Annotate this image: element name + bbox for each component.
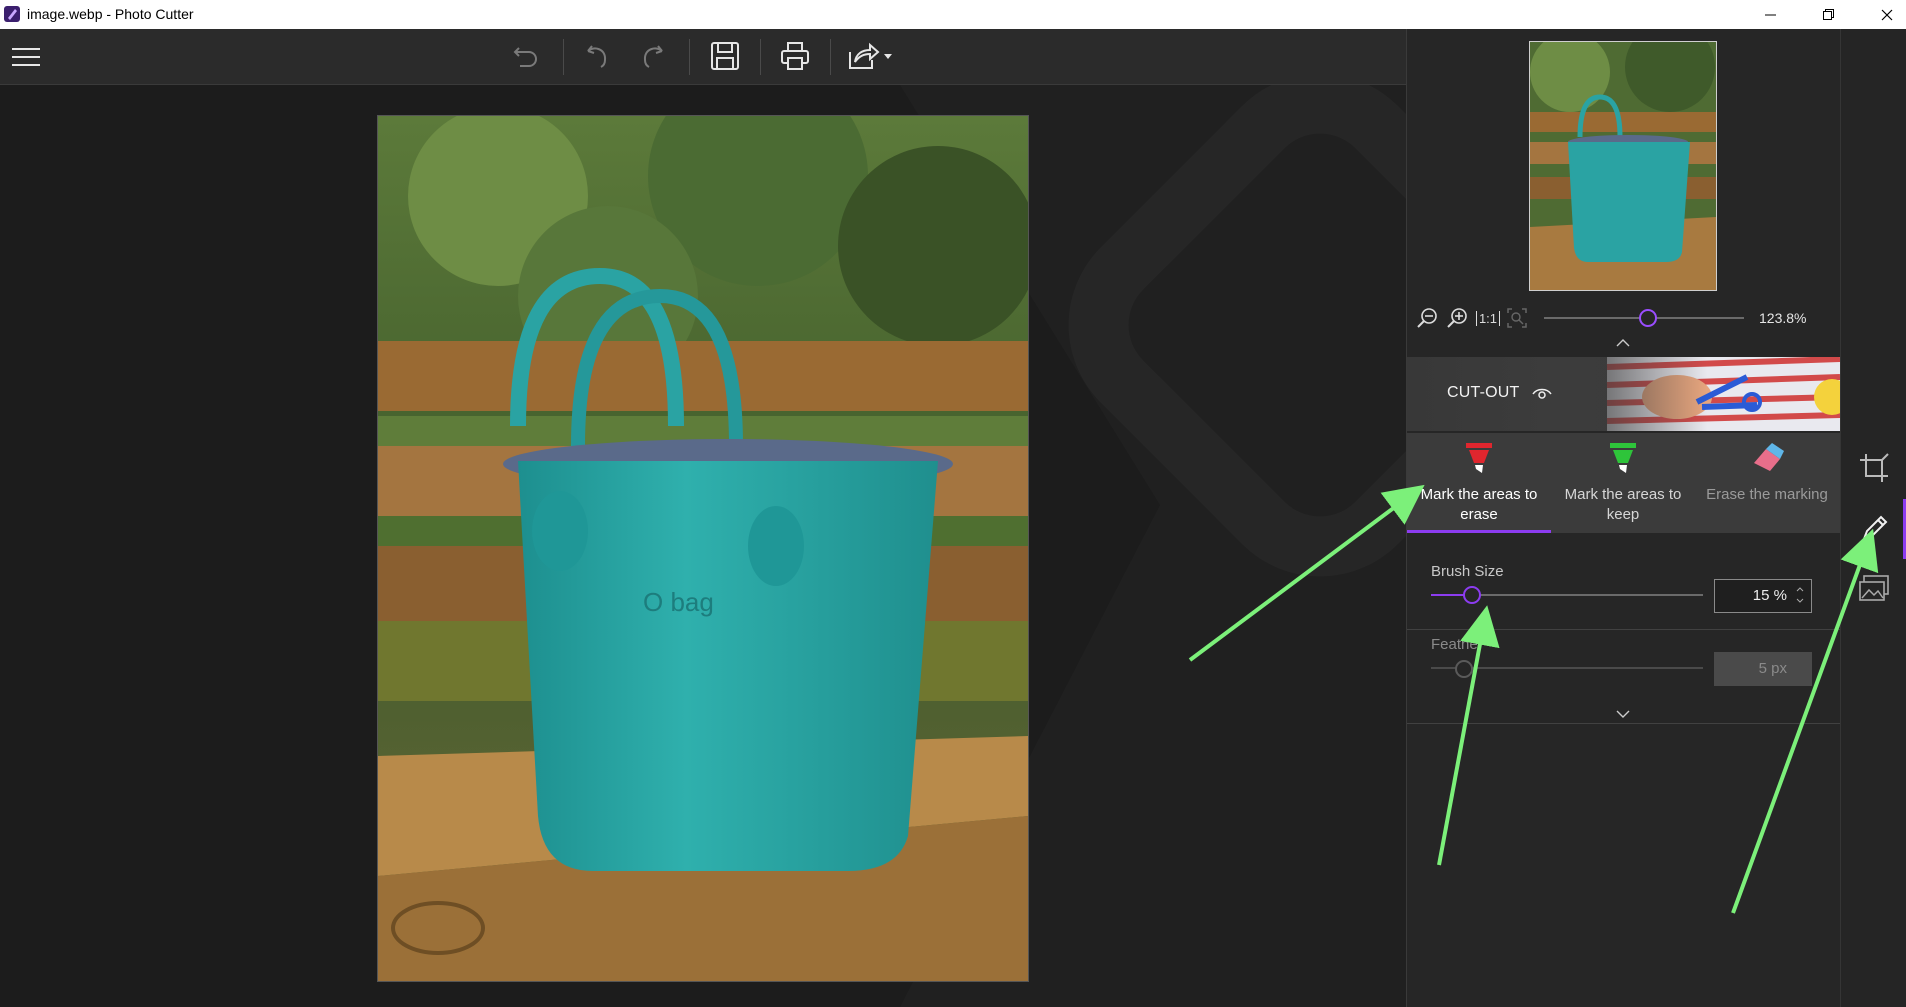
tool-mark-erase[interactable]: Mark the areas to erase xyxy=(1407,433,1551,533)
preview-thumbnail[interactable] xyxy=(1529,41,1717,291)
cutout-header[interactable]: CUT-OUT xyxy=(1407,357,1840,431)
print-icon[interactable] xyxy=(775,38,815,74)
tool-label: Mark the areas to keep xyxy=(1564,486,1682,523)
undo-all-icon[interactable] xyxy=(506,38,546,74)
share-icon[interactable] xyxy=(845,38,895,74)
canvas-area[interactable]: O bag xyxy=(0,85,1406,1007)
feather-thumb[interactable] xyxy=(1454,660,1473,678)
red-marker-icon xyxy=(1466,443,1492,473)
crop-icon[interactable] xyxy=(1855,449,1893,487)
undo-icon[interactable] xyxy=(577,38,617,74)
restore-button[interactable] xyxy=(1800,0,1858,29)
window-title: image.webp - Photo Cutter xyxy=(27,6,194,22)
tool-label: Erase the marking xyxy=(1706,486,1828,503)
app-icon xyxy=(4,6,20,22)
brush-size-input[interactable]: 15 % xyxy=(1714,579,1812,613)
zoom-slider-thumb[interactable] xyxy=(1639,309,1657,327)
fit-to-window-icon[interactable] xyxy=(1504,305,1530,331)
brush-size-value: 15 % xyxy=(1752,587,1787,604)
tool-mark-keep[interactable]: Mark the areas to keep xyxy=(1551,433,1695,533)
green-marker-icon xyxy=(1610,443,1636,473)
side-panel: 1:1 123.8% CUT-OUT Mark the areas to era… xyxy=(1406,29,1840,1007)
tool-strip xyxy=(1840,29,1906,1007)
zoom-out-icon[interactable] xyxy=(1415,305,1441,331)
tool-erase-marking[interactable]: Erase the marking xyxy=(1695,433,1839,533)
brush-size-label: Brush Size xyxy=(1431,563,1504,580)
toolbar xyxy=(0,29,1406,85)
zoom-controls: 1:1 123.8% xyxy=(1407,299,1840,339)
marking-tools: Mark the areas to erase Mark the areas t… xyxy=(1407,433,1840,533)
eraser-icon xyxy=(1754,443,1784,471)
menu-icon[interactable] xyxy=(10,43,42,71)
cutout-brush-icon[interactable] xyxy=(1855,510,1893,548)
feather-input[interactable]: 5 px xyxy=(1714,652,1812,686)
photo-canvas[interactable]: O bag xyxy=(377,115,1029,982)
zoom-value: 123.8% xyxy=(1759,310,1807,326)
expand-options-icon[interactable] xyxy=(1615,706,1631,724)
background-image-icon[interactable] xyxy=(1855,569,1893,607)
title-bar: image.webp - Photo Cutter xyxy=(0,0,1906,29)
brush-size-thumb[interactable] xyxy=(1462,586,1481,604)
redo-icon[interactable] xyxy=(633,38,673,74)
eye-icon[interactable] xyxy=(1532,387,1552,406)
save-icon[interactable] xyxy=(705,38,745,74)
actual-size-button[interactable]: 1:1 xyxy=(1475,305,1501,331)
tool-label: Mark the areas to erase xyxy=(1420,486,1538,523)
actual-size-label: 1:1 xyxy=(1475,310,1501,326)
feather-value: 5 px xyxy=(1758,660,1787,677)
svg-text:O bag: O bag xyxy=(643,587,714,617)
spinner-icon[interactable] xyxy=(1795,584,1805,606)
feather-label: Feathe xyxy=(1431,636,1478,653)
close-button[interactable] xyxy=(1858,0,1906,29)
minimize-button[interactable] xyxy=(1742,0,1800,29)
zoom-in-icon[interactable] xyxy=(1445,305,1471,331)
cutout-label: CUT-OUT xyxy=(1447,384,1520,401)
collapse-navigator-icon[interactable] xyxy=(1615,335,1631,353)
